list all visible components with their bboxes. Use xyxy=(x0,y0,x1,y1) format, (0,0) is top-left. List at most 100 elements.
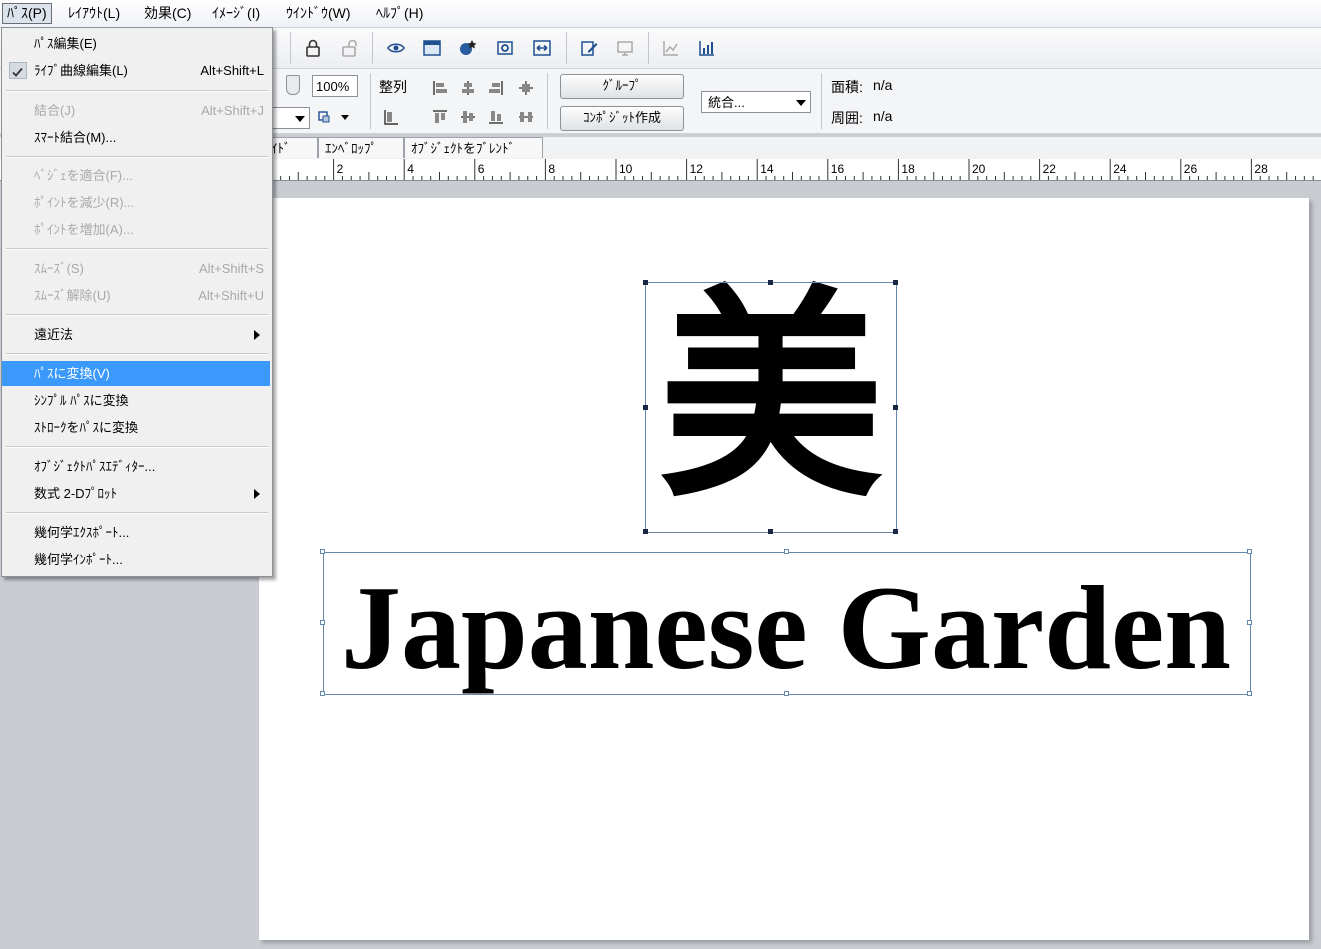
menu-help[interactable]: ﾍﾙﾌﾟ(H) xyxy=(372,4,427,23)
ruler-label: 24 xyxy=(1113,162,1127,176)
menu-separator xyxy=(6,90,268,92)
selection-handle[interactable] xyxy=(1247,549,1252,554)
composite-button[interactable]: ｺﾝﾎﾟｼﾞｯﾄ作成 xyxy=(560,106,684,131)
menu-item-convert-to-path[interactable]: ﾊﾟｽに変換(V) xyxy=(2,361,270,386)
transform-dropdown-icon[interactable] xyxy=(316,105,350,129)
menu-item-unsmooth[interactable]: ｽﾑｰｽﾞ解除(U) Alt+Shift+U xyxy=(2,283,270,308)
selection-handle[interactable] xyxy=(893,529,898,534)
group-button[interactable]: ｸﾞﾙｰﾌﾟ xyxy=(560,74,684,99)
selection-handle[interactable] xyxy=(768,280,773,285)
menu-item-fit-bezier[interactable]: ﾍﾞｼﾞｪを適合(F)... xyxy=(2,163,270,188)
ruler-label: 14 xyxy=(760,162,774,176)
menu-image[interactable]: ｲﾒｰｼﾞ(I) xyxy=(208,4,264,23)
zoom-slider-handle[interactable] xyxy=(286,75,300,95)
menu-item-perspective[interactable]: 遠近法 xyxy=(2,322,270,347)
menu-item-join[interactable]: 結合(J) Alt+Shift+J xyxy=(2,98,270,123)
edit-icon[interactable] xyxy=(577,36,601,60)
toolbar-separator xyxy=(648,32,649,64)
selection-handle[interactable] xyxy=(1247,620,1252,625)
menu-item-live-curve-edit[interactable]: ﾗｲﾌﾞ曲線編集(L) Alt+Shift+L xyxy=(2,58,270,83)
ruler-label: 8 xyxy=(548,162,555,176)
kanji-selection-box xyxy=(645,282,897,533)
document-canvas[interactable]: 美 Japanese Garden xyxy=(259,198,1309,940)
align-top-icon[interactable] xyxy=(428,105,452,129)
window-icon[interactable] xyxy=(420,36,444,60)
settings-icon[interactable] xyxy=(493,36,517,60)
ruler-label: 12 xyxy=(690,162,704,176)
menu-window[interactable]: ｳｲﾝﾄﾞｳ(W) xyxy=(282,4,355,23)
selection-handle[interactable] xyxy=(784,691,789,696)
toolbar-separator xyxy=(821,73,822,129)
perimeter-value: n/a xyxy=(873,108,893,124)
selection-handle[interactable] xyxy=(768,529,773,534)
submenu-arrow-icon xyxy=(254,330,260,340)
selection-handle[interactable] xyxy=(893,280,898,285)
align-center-icon[interactable] xyxy=(456,76,480,100)
checkmark-icon xyxy=(9,62,27,79)
menu-item-formula-2d-plot[interactable]: 数式 2-Dﾌﾟﾛｯﾄ xyxy=(2,481,270,506)
view-icon[interactable] xyxy=(384,36,408,60)
ruler-label: 26 xyxy=(1184,162,1198,176)
combine-select[interactable]: 統合... xyxy=(701,91,811,113)
tab-blend-objects[interactable]: ｵﾌﾞｼﾞｪｸﾄをﾌﾞﾚﾝﾄﾞ xyxy=(404,137,543,158)
ruler-label: 6 xyxy=(478,162,485,176)
lock-icon[interactable] xyxy=(301,36,325,60)
menu-path[interactable]: ﾊﾟｽ(P) xyxy=(2,3,52,24)
menu-item-add-points[interactable]: ﾎﾟｲﾝﾄを増加(A)... xyxy=(2,217,270,242)
toolbar-separator xyxy=(370,73,371,129)
menu-item-convert-to-simple-path[interactable]: ｼﾝﾌﾟﾙ ﾊﾟｽに変換 xyxy=(2,388,270,413)
tab-envelope[interactable]: ｴﾝﾍﾞﾛｯﾌﾟ xyxy=(318,137,404,158)
align-right-icon[interactable] xyxy=(484,76,508,100)
chart-icon[interactable] xyxy=(695,36,719,60)
selection-handle[interactable] xyxy=(893,405,898,410)
selection-handle[interactable] xyxy=(643,280,648,285)
align-center-both-icon[interactable] xyxy=(514,76,538,100)
mode-select[interactable] xyxy=(270,107,310,129)
fit-width-icon[interactable] xyxy=(530,36,554,60)
menu-layout[interactable]: ﾚｲｱｳﾄ(L) xyxy=(64,4,124,23)
ruler-label: 18 xyxy=(901,162,915,176)
selection-handle[interactable] xyxy=(643,405,648,410)
area-label: 面積: xyxy=(831,79,863,95)
ruler-label: 4 xyxy=(407,162,414,176)
area-value: n/a xyxy=(873,77,893,93)
selection-handle[interactable] xyxy=(320,549,325,554)
menu-separator xyxy=(6,156,268,158)
menu-effects[interactable]: 効果(C) xyxy=(140,4,195,23)
menu-item-geometry-export[interactable]: 幾何学ｴｸｽﾎﾟｰﾄ... xyxy=(2,520,270,545)
ruler-label: 10 xyxy=(619,162,633,176)
zoom-input[interactable]: 100% xyxy=(312,75,358,97)
toolbar-separator xyxy=(547,73,548,129)
align-middle-icon[interactable] xyxy=(456,105,480,129)
align-left-icon[interactable] xyxy=(428,76,452,100)
selection-handle[interactable] xyxy=(320,620,325,625)
menu-separator xyxy=(6,353,268,355)
menu-item-object-path-editor[interactable]: ｵﾌﾞｼﾞｪｸﾄﾊﾟｽｴﾃﾞｨﾀｰ... xyxy=(2,454,270,479)
ruler-label: 2 xyxy=(337,162,344,176)
monitor-icon[interactable] xyxy=(613,36,637,60)
menu-item-reduce-points[interactable]: ﾎﾟｲﾝﾄを減少(R)... xyxy=(2,190,270,215)
distribute-icon[interactable] xyxy=(514,105,538,129)
menu-separator xyxy=(6,512,268,514)
align-bottom-edge-icon[interactable] xyxy=(379,105,403,129)
selection-handle[interactable] xyxy=(643,529,648,534)
menu-item-edit-path[interactable]: ﾊﾟｽ編集(E) xyxy=(2,31,270,56)
menu-separator xyxy=(6,446,268,448)
ruler-label: 20 xyxy=(972,162,986,176)
selection-handle[interactable] xyxy=(784,549,789,554)
menu-item-geometry-import[interactable]: 幾何学ｲﾝﾎﾟｰﾄ... xyxy=(2,547,270,572)
align-bottom-icon[interactable] xyxy=(484,105,508,129)
menu-item-smooth[interactable]: ｽﾑｰｽﾞ(S) Alt+Shift+S xyxy=(2,256,270,281)
toolbar-separator xyxy=(372,32,373,64)
unlock-icon[interactable] xyxy=(337,36,361,60)
menu-item-stroke-to-path[interactable]: ｽﾄﾛｰｸをﾊﾟｽに変換 xyxy=(2,415,270,440)
menu-separator xyxy=(6,248,268,250)
menu-item-smart-join[interactable]: ｽﾏｰﾄ結合(M)... xyxy=(2,125,270,150)
selection-handle[interactable] xyxy=(1247,691,1252,696)
ruler-label: 28 xyxy=(1254,162,1268,176)
selection-handle[interactable] xyxy=(320,691,325,696)
menubar: ﾊﾟｽ(P) ﾚｲｱｳﾄ(L) 効果(C) ｲﾒｰｼﾞ(I) ｳｲﾝﾄﾞｳ(W)… xyxy=(0,0,1321,28)
effects-icon[interactable] xyxy=(456,36,480,60)
graph-icon[interactable] xyxy=(659,36,683,60)
toolbar-separator xyxy=(566,32,567,64)
